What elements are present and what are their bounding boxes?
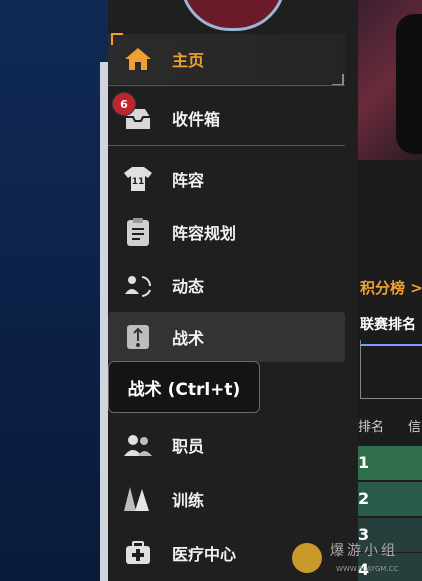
sidebar: 主页 收件箱 6 11 阵容 阵容规划 动态 战术 职员 训练 医疗中心: [108, 0, 358, 581]
league-rank-title: 联赛排名: [360, 317, 416, 333]
sidebar-item-dynamics[interactable]: 动态: [108, 260, 345, 310]
sidebar-item-label: 阵容规划: [172, 224, 237, 243]
sidebar-item-label: 动态: [172, 277, 205, 296]
sidebar-item-label: 阵容: [172, 171, 205, 190]
league-position-chart: [360, 340, 422, 399]
sidebar-item-tactics[interactable]: 战术: [108, 312, 345, 362]
dynamics-icon: [122, 269, 154, 301]
main-panel: 积分榜 > 联赛排名 排名 信 1 2 3 4: [358, 0, 422, 581]
staff-icon: [122, 429, 154, 461]
column-header-rank[interactable]: 排名: [358, 416, 384, 435]
watermark-url: WWW.PLAYGM.CC: [336, 565, 399, 573]
svg-text:11: 11: [132, 177, 145, 187]
sidebar-item-squad-planner[interactable]: 阵容规划: [108, 207, 345, 257]
watermark-text: 爆游小组: [330, 543, 398, 559]
rank-cell: 1: [358, 453, 370, 472]
window-edge: [100, 62, 108, 581]
watermark-logo: [292, 543, 322, 573]
divider: [108, 85, 345, 86]
divider: [108, 145, 345, 146]
sidebar-item-training[interactable]: 训练: [108, 474, 345, 524]
training-cones-icon: [122, 483, 154, 515]
table-row[interactable]: 2: [358, 482, 422, 516]
table-row[interactable]: 1: [358, 446, 422, 480]
sidebar-item-staff[interactable]: 职员: [108, 420, 345, 470]
sidebar-item-inbox[interactable]: 收件箱: [108, 93, 345, 143]
tactics-icon: [122, 321, 154, 353]
tactics-tooltip: 战术 (Ctrl+t): [108, 361, 260, 413]
hero-banner: [358, 0, 422, 160]
sidebar-item-label: 收件箱: [172, 110, 221, 129]
standings-link[interactable]: 积分榜 >: [360, 277, 422, 298]
sidebar-item-label: 医疗中心: [172, 545, 237, 564]
sidebar-item-label: 训练: [172, 491, 205, 510]
clipboard-icon: [122, 216, 154, 248]
manager-portrait: [396, 14, 422, 154]
sidebar-item-squad[interactable]: 11 阵容: [108, 154, 345, 204]
sidebar-item-label: 战术: [172, 329, 205, 348]
jersey-icon: 11: [122, 163, 154, 195]
sidebar-item-home[interactable]: 主页: [108, 34, 345, 84]
home-icon: [122, 43, 154, 75]
rank-cell: 2: [358, 489, 370, 508]
sidebar-item-label: 职员: [172, 437, 205, 456]
medical-kit-icon: [122, 537, 154, 569]
background-panel: [0, 0, 108, 581]
sidebar-item-label: 主页: [172, 51, 205, 70]
club-crest: [180, 0, 286, 31]
position-line: [361, 344, 422, 346]
column-header-info[interactable]: 信: [408, 416, 421, 435]
inbox-count-badge: 6: [112, 92, 136, 116]
focus-corner: [111, 33, 123, 45]
